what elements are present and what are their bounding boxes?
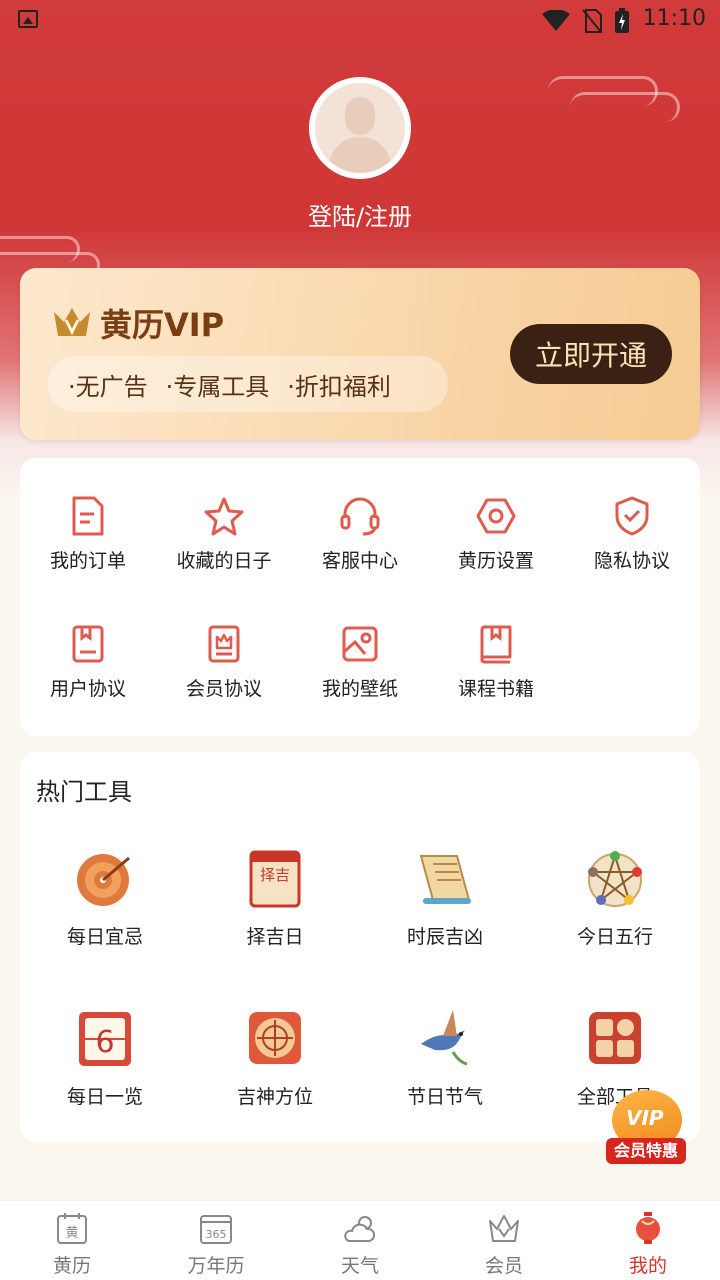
icon-text: 择吉	[260, 866, 290, 884]
wallpaper-icon	[342, 626, 378, 662]
tab-label: 天气	[340, 1255, 379, 1277]
icon-text: 6	[95, 1025, 114, 1060]
vip-promo-badge[interactable]: VIP 会员特惠	[606, 1090, 686, 1166]
menu-label: 用户协议	[49, 678, 126, 700]
crown-doc-icon	[208, 625, 240, 663]
headset-icon	[340, 497, 380, 536]
menu-user-agreement[interactable]: 用户协议	[20, 624, 156, 701]
tool-daily-overview[interactable]: 6 每日一览	[20, 1006, 190, 1109]
crown-icon	[487, 1211, 521, 1245]
menu-label: 会员协议	[185, 678, 262, 700]
menu-favorite-days[interactable]: 收藏的日子	[156, 496, 292, 573]
tool-label: 今日五行	[576, 926, 653, 948]
menu-settings[interactable]: 黄历设置	[428, 496, 564, 573]
login-register-link[interactable]: 登陆/注册	[0, 197, 720, 232]
tab-label: 万年历	[187, 1255, 245, 1277]
menu-label: 收藏的日子	[176, 550, 272, 572]
lantern-icon	[631, 1211, 665, 1245]
tool-label: 吉神方位	[236, 1086, 313, 1108]
grid-apps-icon	[583, 1006, 647, 1070]
status-bar: 11:10	[0, 0, 720, 40]
book-icon	[480, 625, 512, 664]
cloud-decoration	[570, 92, 680, 122]
weather-icon	[343, 1211, 377, 1245]
tool-five-elements[interactable]: 今日五行	[530, 846, 700, 949]
tool-deity-direction[interactable]: 吉神方位	[190, 1006, 360, 1109]
tool-hour-fortune[interactable]: 时辰吉凶	[360, 846, 530, 949]
tool-label: 时辰吉凶	[406, 926, 483, 948]
battery-charging-icon	[615, 8, 629, 33]
document-icon	[72, 625, 104, 663]
perk-no-ads: ·无广告	[68, 372, 148, 401]
tab-mine[interactable]: 我的	[576, 1211, 720, 1278]
activate-vip-button[interactable]: 立即开通	[510, 324, 672, 384]
tab-almanac[interactable]: 黄 黄历	[0, 1211, 144, 1278]
scroll-book-icon	[413, 846, 477, 910]
order-icon	[72, 496, 104, 536]
settings-icon	[476, 498, 516, 534]
almanac-icon: 黄	[55, 1211, 89, 1245]
five-elements-icon	[583, 846, 647, 910]
tab-label: 黄历	[52, 1255, 91, 1277]
vip-banner[interactable]: 黄历VIP ·无广告 ·专属工具 ·折扣福利 立即开通	[20, 268, 700, 440]
menu-my-wallpaper[interactable]: 我的壁纸	[292, 624, 428, 701]
crown-icon	[54, 308, 90, 336]
vip-title-text: 黄历VIP	[100, 306, 225, 344]
wifi-icon	[542, 10, 570, 31]
service-menu: 我的订单 收藏的日子 客服中心 黄历设置 隐私协议 用户协议 会员协议 我的壁纸…	[20, 458, 700, 736]
menu-privacy-policy[interactable]: 隐私协议	[564, 496, 700, 573]
calendar-page-icon: 择吉	[243, 846, 307, 910]
tool-label: 择吉日	[246, 926, 304, 948]
no-sim-icon	[582, 9, 602, 33]
clock: 11:10	[642, 6, 706, 31]
tab-membership[interactable]: 会员	[432, 1211, 576, 1278]
section-title: 热门工具	[36, 778, 132, 806]
menu-label: 我的壁纸	[321, 678, 398, 700]
menu-label: 黄历设置	[457, 550, 534, 572]
menu-label: 我的订单	[49, 550, 126, 572]
tab-label: 会员	[484, 1255, 523, 1277]
tool-auspicious-date[interactable]: 择吉 择吉日	[190, 846, 360, 949]
tab-label: 我的	[628, 1255, 667, 1277]
compass-icon	[243, 1006, 307, 1070]
menu-member-agreement[interactable]: 会员协议	[156, 624, 292, 701]
perk-discounts: ·折扣福利	[287, 372, 391, 401]
star-icon	[204, 497, 244, 536]
badge-vip-text: VIP	[626, 1106, 664, 1130]
calendar-365-icon: 365	[199, 1211, 233, 1245]
bird-icon	[413, 1006, 477, 1070]
menu-course-books[interactable]: 课程书籍	[428, 624, 564, 701]
menu-customer-service[interactable]: 客服中心	[292, 496, 428, 573]
tool-label: 每日宜忌	[66, 926, 143, 948]
tool-festivals-solar-terms[interactable]: 节日节气	[360, 1006, 530, 1109]
perk-exclusive-tools: ·专属工具	[165, 372, 270, 401]
image-notification-icon	[18, 10, 38, 28]
menu-label: 客服中心	[321, 550, 398, 572]
shield-icon	[615, 496, 649, 536]
tool-daily-dos-donts[interactable]: 每日宜忌	[20, 846, 190, 949]
menu-my-orders[interactable]: 我的订单	[20, 496, 156, 573]
icon-text: 黄	[65, 1226, 78, 1241]
tool-label: 每日一览	[66, 1086, 143, 1108]
tab-weather[interactable]: 天气	[288, 1211, 432, 1278]
tab-perpetual-calendar[interactable]: 365 万年历	[144, 1211, 288, 1278]
flip-calendar-icon: 6	[73, 1006, 137, 1070]
dartboard-icon	[73, 846, 137, 910]
menu-label: 课程书籍	[457, 678, 534, 700]
avatar[interactable]	[309, 77, 411, 179]
hot-tools-section: 热门工具 每日宜忌 择吉 择吉日 时辰吉凶 今日五行 6 每日一览 吉神方位 节…	[20, 752, 700, 1142]
icon-text: 365	[206, 1228, 227, 1241]
vip-perks: ·无广告 ·专属工具 ·折扣福利	[48, 356, 448, 412]
vip-title: 黄历VIP	[52, 300, 224, 346]
menu-label: 隐私协议	[593, 550, 670, 572]
badge-ribbon-text: 会员特惠	[606, 1138, 686, 1164]
bottom-tab-bar: 黄 黄历 365 万年历 天气 会员 我的	[0, 1200, 720, 1280]
tool-label: 节日节气	[406, 1086, 483, 1108]
